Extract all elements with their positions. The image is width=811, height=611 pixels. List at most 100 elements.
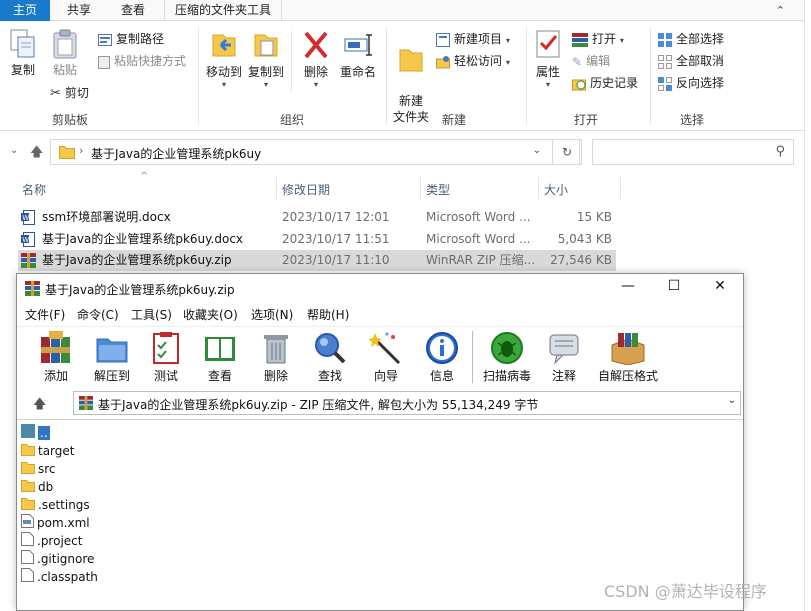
file-row[interactable]: W ssm环境部署说明.docx 2023/10/17 12:01 Micros…	[18, 207, 616, 228]
toolbar-test-button[interactable]: 测试	[139, 331, 193, 384]
paste-button[interactable]: 粘贴	[48, 29, 82, 78]
select-none-button[interactable]: 全部取消	[658, 51, 724, 71]
paste-shortcut-button[interactable]: 粘贴快捷方式	[98, 51, 186, 71]
group-label-open: 打开	[573, 113, 598, 127]
history-button[interactable]: 历史记录	[572, 73, 638, 93]
delete-button[interactable]: 删除 ▾	[298, 29, 334, 89]
list-item-parent[interactable]: ..	[21, 424, 50, 442]
minimize-button[interactable]: —	[613, 278, 643, 294]
tab-view[interactable]: 查看	[110, 0, 156, 21]
column-header-type[interactable]: 类型	[426, 181, 450, 198]
toolbar-virus-scan-button[interactable]: 扫描病毒	[479, 331, 535, 384]
copy-button[interactable]: 复制	[6, 29, 40, 78]
toolbar-delete-label: 删除	[263, 369, 288, 383]
cut-label: 剪切	[64, 86, 89, 100]
up-arrow-icon[interactable]: 🡅	[30, 143, 43, 165]
invert-selection-button[interactable]: 反向选择	[658, 73, 724, 93]
up-one-level-icon[interactable]: 🡅	[33, 395, 46, 417]
column-header-name[interactable]: 名称	[22, 181, 46, 198]
recent-locations-icon[interactable]: ⌄	[10, 145, 18, 156]
select-all-button[interactable]: 全部选择	[658, 29, 724, 49]
close-button[interactable]: ✕	[705, 278, 735, 294]
toolbar-wizard-button[interactable]: 向导	[359, 331, 413, 384]
list-item[interactable]: pom.xml	[21, 514, 90, 532]
menu-favorites[interactable]: 收藏夹(O)	[183, 306, 238, 323]
move-to-label: 移动到	[205, 65, 242, 79]
select-none-icon	[658, 54, 672, 69]
open-button[interactable]: 打开 ▾	[572, 29, 624, 49]
toolbar-extract-button[interactable]: 解压到	[85, 331, 139, 384]
tab-home[interactable]: 主页	[0, 0, 50, 21]
toolbar-delete-button[interactable]: 删除	[249, 331, 303, 384]
svg-text:W: W	[22, 214, 29, 222]
menu-file[interactable]: 文件(F)	[25, 306, 65, 323]
maximize-button[interactable]: ☐	[659, 278, 689, 294]
file-row-selected[interactable]: 基于Java的企业管理系统pk6uy.zip 2023/10/17 11:10 …	[18, 250, 616, 271]
tab-compressed-folder-tools[interactable]: 压缩的文件夹工具	[164, 0, 282, 21]
toolbar-info-label: 信息	[429, 369, 454, 383]
group-label-new: 新建	[441, 113, 466, 127]
paste-shortcut-icon	[98, 55, 110, 69]
toolbar-view-label: 查看	[207, 369, 232, 383]
address-bar[interactable]: › 基于Java的企业管理系统pk6uy ⌄	[50, 139, 580, 165]
column-divider[interactable]	[538, 177, 539, 199]
toolbar-sfx-button[interactable]: 自解压格式	[593, 331, 663, 384]
chevron-down-icon: ⌄	[727, 395, 736, 406]
menu-tools[interactable]: 工具(S)	[131, 306, 172, 323]
list-item[interactable]: .gitignore	[21, 550, 94, 568]
toolbar-comment-button[interactable]: 注释	[537, 331, 591, 384]
copy-to-button[interactable]: 复制到 ▾	[246, 29, 286, 89]
rename-label: 重命名	[339, 65, 376, 79]
folder-icon	[21, 497, 35, 515]
invert-selection-icon	[658, 76, 672, 91]
toolbar-find-button[interactable]: 查找	[303, 331, 357, 384]
column-divider[interactable]	[276, 177, 277, 199]
winrar-toolbar: 添加 解压到 测试 查看 删除 查找 向导 信息 扫描病毒 注释 自解压格式	[17, 326, 743, 386]
trash-icon	[264, 335, 288, 364]
file-size: 5,043 KB	[557, 232, 612, 246]
toolbar-view-button[interactable]: 查看	[193, 331, 247, 384]
history-icon	[572, 79, 586, 90]
winrar-title-bar[interactable]: 基于Java的企业管理系统pk6uy.zip — ☐ ✕	[17, 274, 743, 303]
column-divider[interactable]	[620, 177, 621, 199]
file-type: WinRAR ZIP 压缩...	[426, 253, 536, 267]
list-item[interactable]: .settings	[21, 496, 90, 514]
edit-button[interactable]: ✎ 编辑	[572, 51, 610, 71]
archive-path-dropdown[interactable]: 基于Java的企业管理系统pk6uy.zip - ZIP 压缩文件, 解包大小为…	[73, 391, 741, 415]
address-dropdown-icon[interactable]: ⌄	[533, 145, 541, 156]
move-to-button[interactable]: 移动到 ▾	[204, 29, 244, 89]
copy-path-button[interactable]: 复制路径	[98, 29, 164, 49]
group-label-select: 选择	[679, 113, 704, 127]
clipboard-icon	[53, 29, 77, 59]
toolbar-add-button[interactable]: 添加	[29, 331, 83, 384]
column-divider[interactable]	[420, 177, 421, 199]
menu-help[interactable]: 帮助(H)	[307, 306, 349, 323]
sort-ascending-icon: ^	[140, 171, 149, 182]
easy-access-button[interactable]: 轻松访问 ▾	[436, 51, 510, 71]
column-header-size[interactable]: 大小	[544, 181, 568, 198]
menu-options[interactable]: 选项(N)	[251, 306, 293, 323]
tab-share[interactable]: 共享	[56, 0, 102, 21]
list-item[interactable]: target	[21, 442, 75, 460]
file-row[interactable]: W 基于Java的企业管理系统pk6uy.docx 2023/10/17 11:…	[18, 229, 616, 250]
list-item[interactable]: .classpath	[21, 568, 98, 586]
file-icon	[21, 568, 34, 587]
list-item-label: ..	[38, 426, 50, 440]
copy-path-label: 复制路径	[116, 32, 165, 46]
column-header-date[interactable]: 修改日期	[282, 181, 330, 198]
new-item-button[interactable]: 新建项目 ▾	[436, 29, 510, 49]
cut-button[interactable]: ✂ 剪切	[50, 83, 89, 103]
menu-commands[interactable]: 命令(C)	[77, 306, 119, 323]
chevron-down-icon: ▾	[313, 80, 318, 89]
list-item[interactable]: src	[21, 460, 56, 478]
rename-button[interactable]: 重命名	[336, 29, 380, 80]
list-item[interactable]: .project	[21, 532, 82, 550]
ribbon-divider	[386, 27, 387, 125]
properties-button[interactable]: 属性 ▾	[530, 29, 566, 89]
toolbar-info-button[interactable]: 信息	[415, 331, 469, 384]
list-item[interactable]: db	[21, 478, 53, 496]
ribbon-collapse-icon[interactable]: ⌃	[776, 4, 785, 17]
search-input[interactable]: ⚲	[592, 139, 794, 165]
delete-label: 删除	[303, 65, 328, 79]
refresh-button[interactable]: ↻	[552, 139, 582, 165]
